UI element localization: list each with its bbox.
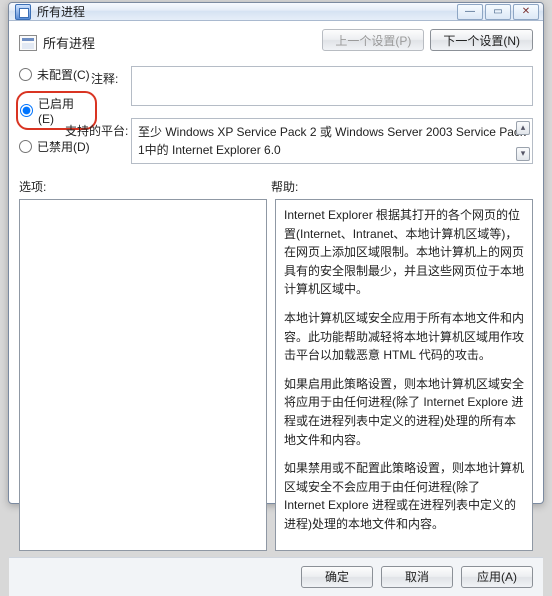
prev-setting-button[interactable]: 上一个设置(P) [322,29,424,51]
maximize-button[interactable]: ▭ [485,4,511,20]
close-button[interactable]: ✕ [513,4,539,20]
help-para-2: 如果启用此策略设置，则本地计算机区域安全将应用于由任何进程(除了 Interne… [284,375,524,449]
platform-text: 至少 Windows XP Service Pack 2 或 Windows S… [138,125,526,157]
options-pane[interactable] [19,199,267,551]
note-label: 注释: [91,66,131,106]
dialog-window: 所有进程 — ▭ ✕ 所有进程 上一个设置(P) 下一个设置(N) 未 [8,2,544,504]
footer: 确定 取消 应用(A) [9,557,543,596]
platform-scrollbar[interactable]: ▴ ▾ [516,121,530,161]
app-icon [15,4,31,20]
help-label: 帮助: [271,178,298,195]
window-title: 所有进程 [37,3,457,20]
header-row: 所有进程 上一个设置(P) 下一个设置(N) [19,29,533,52]
radio-unconfigured-input[interactable] [19,68,32,81]
titlebar[interactable]: 所有进程 — ▭ ✕ [9,3,543,21]
note-textarea[interactable] [131,66,533,106]
next-setting-button[interactable]: 下一个设置(N) [430,29,533,51]
platform-label: 支持的平台: [65,118,131,164]
ok-button[interactable]: 确定 [301,566,373,588]
panes-row: Internet Explorer 根据其打开的各个网页的位置(Internet… [19,199,533,551]
window-controls: — ▭ ✕ [457,4,539,20]
minimize-button[interactable]: — [457,4,483,20]
radio-unconfigured-label: 未配置(C) [37,66,90,83]
content-area: 所有进程 上一个设置(P) 下一个设置(N) 未配置(C) 已启用(E) [9,21,543,557]
platform-box: 至少 Windows XP Service Pack 2 或 Windows S… [131,118,533,164]
scroll-down-icon[interactable]: ▾ [516,147,530,161]
help-para-0: Internet Explorer 根据其打开的各个网页的位置(Internet… [284,206,524,299]
policy-icon [19,35,37,51]
help-pane[interactable]: Internet Explorer 根据其打开的各个网页的位置(Internet… [275,199,533,551]
apply-button[interactable]: 应用(A) [461,566,533,588]
nav-buttons: 上一个设置(P) 下一个设置(N) [322,29,533,51]
help-para-3: 如果禁用或不配置此策略设置，则本地计算机区域安全不会应用于由任何进程(除了 In… [284,459,524,533]
radio-disabled-input[interactable] [19,140,32,153]
cancel-button[interactable]: 取消 [381,566,453,588]
scroll-up-icon[interactable]: ▴ [516,121,530,135]
page-heading: 所有进程 [19,29,95,52]
pane-labels: 选项: 帮助: [19,178,533,195]
options-label: 选项: [19,178,271,195]
radio-unconfigured[interactable]: 未配置(C) [19,66,97,83]
heading-text: 所有进程 [43,33,95,52]
radio-enabled-input[interactable] [20,104,33,117]
help-para-1: 本地计算机区域安全应用于所有本地文件和内容。此功能帮助减轻将本地计算机区域用作攻… [284,309,524,365]
